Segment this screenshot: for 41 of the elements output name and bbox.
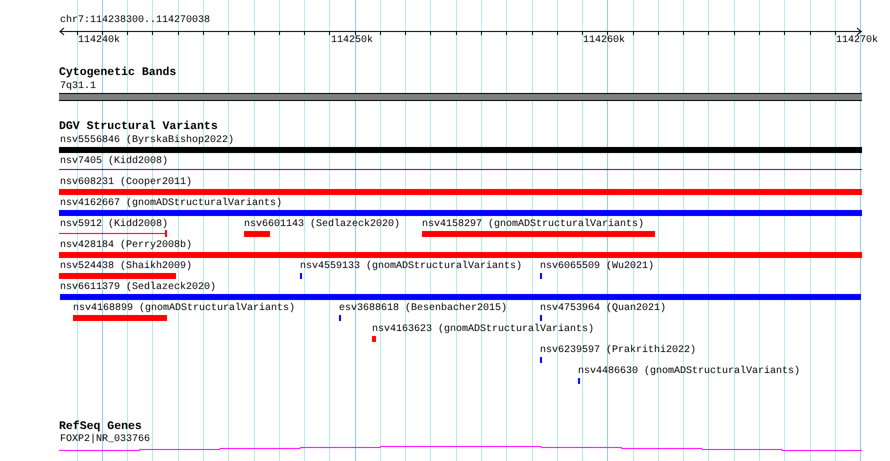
tick-label: 114250k (331, 35, 374, 46)
cytoband-bar[interactable] (59, 93, 862, 101)
variant-bar[interactable] (422, 231, 655, 237)
variant-label: nsv4162667 (gnomADStructuralVariants) (60, 198, 282, 209)
gene-line[interactable] (59, 445, 862, 452)
location-label: chr7:114238300..114270038 (60, 15, 210, 26)
variant-label: nsv6601143 (Sedlazeck2020) (244, 219, 400, 230)
band-label: 7q31.1 (60, 81, 96, 92)
variant-bar[interactable] (60, 294, 861, 300)
track-title: Cytogenetic Bands (59, 67, 176, 79)
variant-label: nsv4163623 (gnomADStructuralVariants) (372, 324, 594, 335)
variant-bar[interactable] (59, 147, 862, 153)
variant-bar[interactable] (59, 210, 862, 216)
variant-label: nsv4168899 (gnomADStructuralVariants) (73, 303, 296, 314)
variant-label: nsv4486630 (gnomADStructuralVariants) (578, 366, 800, 377)
variant-bar[interactable] (372, 336, 376, 342)
variant-label: nsv6611379 (Sedlazeck2020) (60, 282, 216, 293)
variant-bar[interactable] (59, 189, 862, 195)
variant-label: nsv4753964 (Quan2021) (540, 303, 666, 314)
tick-label: 114240k (78, 35, 120, 46)
variant-line[interactable] (59, 169, 862, 171)
variant-label: nsv608231 (Cooper2011) (60, 177, 192, 188)
variant-label: nsv7405 (Kidd2008) (60, 156, 168, 167)
variant-label: nsv524438 (Shaikh2009) (60, 261, 192, 272)
tick-label: 114270k (836, 35, 878, 46)
variant-label: nsv5912 (Kidd2008) (60, 219, 168, 230)
variant-label: nsv4158297 (gnomADStructuralVariants) (422, 219, 644, 230)
variant-label: nsv428184 (Perry2008b) (60, 240, 192, 251)
tick-label: 114260k (583, 35, 626, 46)
variant-label: esv3688618 (Besenbacher2015) (339, 303, 508, 314)
variant-bar[interactable] (244, 231, 270, 237)
variant-bar[interactable] (59, 273, 176, 279)
variant-label: nsv6239597 (Prakrithi2022) (540, 345, 696, 356)
variant-label: nsv6065509 (Wu2021) (540, 261, 654, 272)
track-title: DGV Structural Variants (59, 121, 218, 133)
track-title: RefSeq Genes (59, 421, 142, 433)
variant-label: nsv4559133 (gnomADStructuralVariants) (300, 261, 522, 272)
gene-label: FOXP2|NR_033766 (60, 434, 150, 445)
variant-bar[interactable] (59, 252, 862, 258)
variant-label: nsv5556846 (ByrskaBishop2022) (60, 135, 234, 146)
variant-bar[interactable] (73, 315, 167, 321)
